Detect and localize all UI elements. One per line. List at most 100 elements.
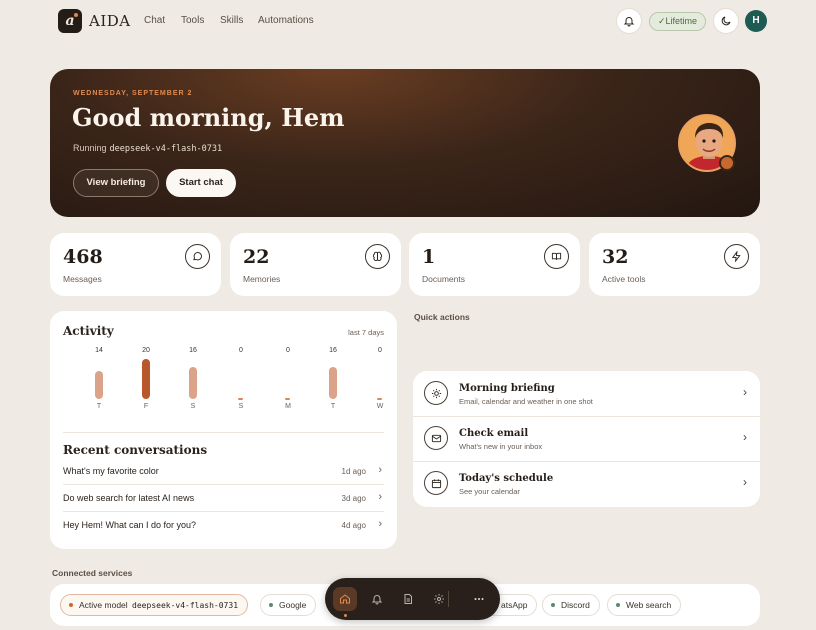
home-icon bbox=[340, 594, 350, 604]
lifetime-badge: ✓Lifetime bbox=[649, 12, 707, 31]
activity-bar bbox=[142, 359, 150, 399]
quick-action-subtitle: Email, calendar and weather in one shot bbox=[459, 397, 593, 406]
stat-card-messages: 468 Messages bbox=[50, 233, 221, 296]
active-indicator bbox=[344, 614, 347, 617]
document-icon bbox=[404, 594, 412, 604]
activity-day-label: S bbox=[238, 403, 244, 410]
view-briefing-button[interactable]: View briefing bbox=[73, 169, 159, 197]
activity-bar bbox=[285, 398, 290, 400]
service-chip-discord[interactable]: Discord bbox=[542, 594, 600, 616]
activity-range: last 7 days bbox=[348, 328, 384, 337]
stat-label: Documents bbox=[422, 274, 465, 284]
user-avatar[interactable]: H bbox=[745, 10, 767, 32]
dock-home-button[interactable] bbox=[333, 587, 357, 611]
chevron-right-icon: › bbox=[743, 430, 747, 444]
lightning-icon bbox=[724, 244, 749, 269]
activity-day-label: T bbox=[330, 403, 336, 410]
quick-actions-panel: Morning briefing Email, calendar and wea… bbox=[413, 371, 760, 507]
service-chip-web-search[interactable]: Web search bbox=[607, 594, 682, 616]
more-icon bbox=[474, 598, 484, 600]
quick-action-subtitle: What's new in your inbox bbox=[459, 442, 543, 451]
activity-bar-value: 0 bbox=[378, 347, 382, 354]
bell-icon bbox=[623, 17, 635, 27]
stat-label: Memories bbox=[243, 274, 281, 284]
chevron-right-icon: › bbox=[378, 491, 382, 503]
stat-label: Active tools bbox=[602, 274, 646, 284]
book-icon bbox=[544, 244, 569, 269]
brain-icon bbox=[365, 244, 390, 269]
start-chat-button[interactable]: Start chat bbox=[166, 169, 236, 197]
conversation-row[interactable]: Do web search for latest AI news 3d ago … bbox=[63, 485, 384, 511]
activity-bar bbox=[377, 398, 382, 400]
conversation-time: 4d ago bbox=[341, 521, 366, 530]
active-model-chip[interactable]: Active model deepseek-v4-flash-0731 bbox=[60, 594, 249, 616]
activity-bar bbox=[189, 367, 197, 399]
activity-bar-value: 16 bbox=[329, 347, 337, 354]
conversation-time: 3d ago bbox=[341, 494, 366, 503]
status-dot bbox=[616, 603, 620, 607]
activity-bar-column: 16 S bbox=[181, 347, 205, 411]
service-chip-google[interactable]: Google bbox=[260, 594, 317, 616]
conversation-row[interactable]: What's my favorite color 1d ago › bbox=[63, 458, 384, 484]
brand-name[interactable]: AIDA bbox=[89, 12, 131, 30]
chevron-right-icon: › bbox=[378, 518, 382, 530]
active-model-name: deepseek-v4-flash-0731 bbox=[132, 601, 239, 610]
activity-bar-column: 16 T bbox=[321, 347, 345, 411]
activity-bar bbox=[95, 371, 103, 399]
activity-bar bbox=[329, 367, 337, 399]
activity-bar-column: 0M bbox=[276, 347, 300, 411]
avatar-edit-badge[interactable] bbox=[719, 155, 735, 171]
status-dot bbox=[551, 603, 555, 607]
quick-action-title: Morning briefing bbox=[459, 383, 555, 394]
stat-value: 32 bbox=[602, 246, 629, 268]
connected-services-label: Connected services bbox=[52, 568, 133, 578]
quick-action-check-email[interactable]: Check email What's new in your inbox › bbox=[413, 416, 760, 461]
stat-card-active-tools: 32 Active tools bbox=[589, 233, 760, 296]
running-model: Running deepseek-v4-flash-0731 bbox=[73, 143, 223, 154]
chevron-right-icon: › bbox=[743, 385, 747, 399]
conversation-row[interactable]: Hey Hem! What can I do for you? 4d ago › bbox=[63, 512, 384, 538]
activity-day-label: S bbox=[190, 403, 196, 410]
activity-panel: Activity last 7 days 14 T 20 F 16 S 0 S 0 M 16 T 0 W … bbox=[50, 311, 397, 549]
nav-link-chat[interactable]: Chat bbox=[144, 15, 165, 26]
nav-link-automations[interactable]: Automations bbox=[258, 15, 314, 26]
activity-day-label: W bbox=[376, 403, 384, 410]
stat-card-memories: 22 Memories bbox=[230, 233, 401, 296]
activity-day-label: T bbox=[96, 403, 102, 410]
activity-day-label: M bbox=[285, 403, 291, 410]
divider bbox=[63, 432, 384, 433]
nav-link-tools[interactable]: Tools bbox=[181, 15, 204, 26]
chevron-right-icon: › bbox=[378, 464, 382, 476]
stat-value: 468 bbox=[63, 246, 103, 268]
theme-toggle-button[interactable] bbox=[713, 8, 739, 34]
notifications-button[interactable] bbox=[616, 8, 642, 34]
mail-icon bbox=[424, 426, 448, 450]
activity-title: Activity bbox=[63, 324, 114, 338]
conversation-title: What's my favorite color bbox=[63, 466, 159, 476]
conversation-title: Do web search for latest AI news bbox=[63, 493, 195, 503]
dock-more-button[interactable] bbox=[467, 587, 491, 611]
chat-bubble-icon bbox=[185, 244, 210, 269]
activity-day-label: F bbox=[143, 403, 149, 410]
activity-bar-column: 14 T bbox=[87, 347, 111, 411]
nav-link-skills[interactable]: Skills bbox=[220, 15, 243, 26]
sun-icon bbox=[424, 381, 448, 405]
moon-icon bbox=[721, 16, 731, 26]
status-dot bbox=[269, 603, 273, 607]
activity-bar-column: 0S bbox=[229, 347, 253, 411]
stat-value: 22 bbox=[243, 246, 270, 268]
recent-conversations-title: Recent conversations bbox=[63, 443, 208, 457]
bell-icon bbox=[371, 595, 383, 605]
app-logo[interactable]: a bbox=[58, 9, 82, 33]
bottom-dock bbox=[325, 578, 500, 620]
quick-action-todays-schedule[interactable]: Today's schedule See your calendar › bbox=[413, 461, 760, 506]
dock-notifications-button[interactable] bbox=[365, 587, 389, 611]
quick-action-title: Check email bbox=[459, 428, 529, 439]
quick-action-morning-briefing[interactable]: Morning briefing Email, calendar and wea… bbox=[413, 371, 760, 416]
hero-banner: WEDNESDAY, SEPTEMBER 2 Good morning, Hem… bbox=[50, 69, 760, 217]
conversation-time: 1d ago bbox=[341, 467, 366, 476]
model-name: deepseek-v4-flash-0731 bbox=[109, 144, 223, 154]
quick-actions-label: Quick actions bbox=[414, 312, 470, 322]
activity-bar-value: 20 bbox=[142, 347, 150, 354]
dock-documents-button[interactable] bbox=[396, 587, 420, 611]
